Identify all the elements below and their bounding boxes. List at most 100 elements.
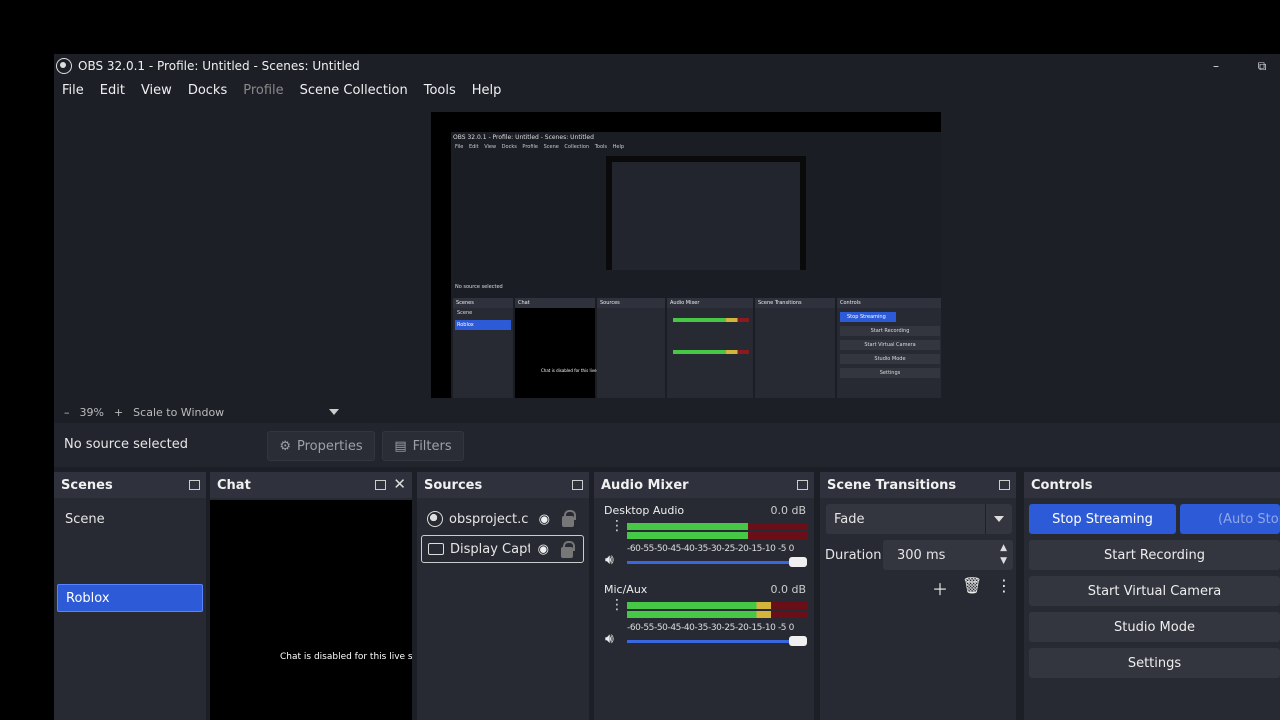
duration-label: Duration [825, 548, 882, 563]
zoom-in-button[interactable]: + [114, 406, 123, 419]
program-preview[interactable]: OBS 32.0.1 - Profile: Untitled - Scenes:… [431, 112, 941, 398]
menu-docks[interactable]: Docks [180, 83, 235, 98]
minimize-button[interactable]: – [1196, 54, 1236, 78]
speaker-icon[interactable]: 🔊︎ [605, 631, 614, 647]
close-icon[interactable]: ✕ [393, 475, 406, 493]
start-recording-button[interactable]: Start Recording [1029, 540, 1280, 570]
chevron-down-icon[interactable] [994, 516, 1004, 522]
visibility-eye-icon[interactable]: ◉ [538, 542, 549, 557]
vu-meter [627, 523, 807, 530]
menu-bar: File Edit View Docks Profile Scene Colle… [54, 78, 509, 102]
vu-meter [627, 602, 807, 609]
mini-transitions: Scene Transitions [755, 298, 835, 398]
duration-value: 300 ms [897, 547, 946, 563]
float-icon[interactable] [797, 480, 808, 490]
scene-transitions-dock: Scene Transitions Fade Duration 300 ms ▲… [820, 472, 1016, 720]
audio-mixer-dock: Audio Mixer Desktop Audio 0.0 dB ⋮ -60-5… [594, 472, 814, 720]
float-icon[interactable] [999, 480, 1010, 490]
mini-sources-head: Sources [597, 298, 665, 308]
mini-scenes-head: Scenes [453, 298, 513, 308]
menu-view[interactable]: View [133, 83, 180, 98]
scenes-header: Scenes [54, 472, 206, 498]
float-icon[interactable] [375, 480, 386, 490]
transition-select[interactable]: Fade [826, 504, 1012, 534]
menu-edit[interactable]: Edit [92, 83, 133, 98]
restore-button[interactable]: ⧉ [1242, 54, 1280, 78]
mini-scenes: Scenes Scene Roblox [453, 298, 513, 398]
mini-nosrc: No source selected [455, 284, 503, 290]
channel-name: Mic/Aux [604, 583, 648, 596]
title-bar: OBS 32.0.1 - Profile: Untitled - Scenes:… [54, 54, 1280, 78]
kebab-menu-icon[interactable]: ⋮ [610, 598, 624, 612]
speaker-icon[interactable]: 🔊︎ [605, 552, 614, 568]
scenes-title: Scenes [61, 477, 113, 493]
scene-item[interactable]: Scene [57, 505, 203, 533]
mini-sources: Sources [597, 298, 665, 398]
filters-button[interactable]: ▤ Filters [382, 431, 464, 461]
menu-file[interactable]: File [54, 83, 92, 98]
scenes-dock: Scenes Scene Roblox [54, 472, 206, 720]
menu-help[interactable]: Help [464, 83, 510, 98]
trash-icon[interactable]: 🗑︎ [962, 576, 982, 595]
volume-slider[interactable] [627, 557, 807, 567]
add-icon[interactable]: ＋ [932, 576, 948, 600]
lock-icon[interactable] [561, 541, 575, 558]
filter-icon: ▤ [394, 438, 407, 454]
controls-header: Controls [1024, 472, 1280, 498]
properties-button[interactable]: ⚙ Properties [267, 431, 375, 461]
auto-stop-button[interactable]: (Auto Stop [1180, 504, 1280, 534]
duration-input[interactable]: 300 ms ▲ ▼ [883, 540, 1013, 570]
slider-knob[interactable] [789, 636, 807, 646]
scene-item-selected[interactable]: Roblox [57, 584, 203, 612]
sources-header: Sources [417, 472, 589, 498]
preview-capture: OBS 32.0.1 - Profile: Untitled - Scenes:… [451, 132, 941, 398]
studio-mode-button[interactable]: Studio Mode [1029, 612, 1280, 642]
mini-controls-head: Controls [837, 298, 941, 308]
browser-source-icon [427, 511, 443, 527]
menu-scene-collection[interactable]: Scene Collection [292, 83, 416, 98]
slider-knob[interactable] [789, 557, 807, 567]
mini-vcam: Start Virtual Camera [840, 340, 940, 350]
mini-chat-head: Chat [515, 298, 595, 308]
meter-ticks: -60-55-50-45-40-35-30-25-20-15-10 -5 0 [627, 623, 794, 633]
chevron-down-icon[interactable] [329, 409, 340, 415]
start-virtual-camera-button[interactable]: Start Virtual Camera [1029, 576, 1280, 606]
menu-profile[interactable]: Profile [235, 83, 291, 98]
source-item[interactable]: obsproject.cc ◉ [421, 505, 584, 533]
mini-stop: Stop Streaming [847, 314, 886, 320]
mini-preview-inner [612, 162, 800, 270]
obs-window: OBS 32.0.1 - Profile: Untitled - Scenes:… [54, 54, 1280, 720]
vu-meter-fill [627, 532, 748, 539]
chat-message: Chat is disabled for this live st [280, 652, 412, 662]
mini-studio: Studio Mode [840, 354, 940, 364]
source-name: Display Captu [450, 541, 530, 557]
volume-slider[interactable] [627, 636, 807, 646]
mixer-channel-desktop: Desktop Audio 0.0 dB ⋮ -60-55-50-45-40-3… [594, 500, 814, 578]
kebab-menu-icon[interactable]: ⋮ [996, 576, 1012, 595]
menu-tools[interactable]: Tools [416, 83, 464, 98]
lock-icon[interactable] [562, 510, 576, 527]
stop-streaming-button[interactable]: Stop Streaming [1029, 504, 1176, 534]
monitor-icon [428, 543, 444, 555]
chat-dock: Chat ✕ Chat is disabled for this live st [210, 472, 412, 720]
settings-button[interactable]: Settings [1029, 648, 1280, 678]
meter-ticks: -60-55-50-45-40-35-30-25-20-15-10 -5 0 [627, 544, 794, 554]
mini-chat: Chat Chat is disabled for this live st [515, 298, 602, 398]
spin-arrows-icon[interactable]: ▲ ▼ [1000, 542, 1007, 568]
properties-label: Properties [296, 438, 363, 454]
vu-meter-fill [627, 611, 771, 618]
mixer-header: Audio Mixer [594, 472, 814, 498]
mini-controls: Controls Stop Streaming Start Recording … [837, 298, 941, 398]
source-item-active[interactable]: Display Captu ◉ [421, 535, 584, 563]
source-status: No source selected [64, 437, 188, 452]
kebab-menu-icon[interactable]: ⋮ [610, 519, 624, 533]
float-icon[interactable] [189, 480, 200, 490]
float-icon[interactable] [572, 480, 583, 490]
zoom-out-button[interactable]: – [64, 406, 70, 419]
scale-mode[interactable]: Scale to Window [133, 406, 224, 419]
sources-title: Sources [424, 477, 483, 493]
visibility-eye-icon[interactable]: ◉ [539, 512, 550, 527]
select-divider [985, 504, 986, 534]
transitions-title: Scene Transitions [827, 477, 957, 493]
mixer-channel-mic: Mic/Aux 0.0 dB ⋮ -60-55-50-45-40-35-30-2… [594, 579, 814, 657]
